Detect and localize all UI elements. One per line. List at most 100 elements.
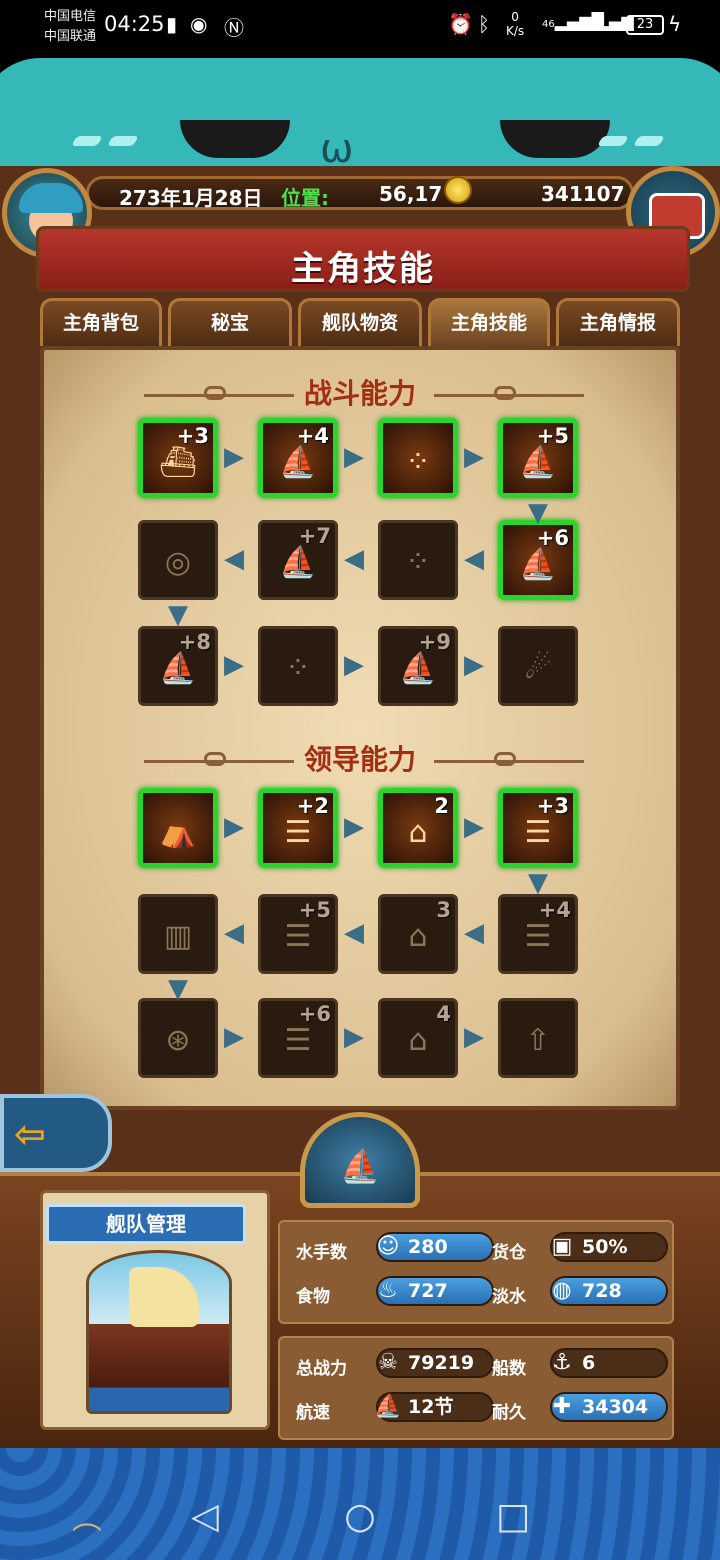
skill-dock-7[interactable]: ☰ +5 bbox=[258, 894, 338, 974]
sailors-label: 水手数 bbox=[296, 1243, 347, 1263]
skill-sails-7[interactable]: ⛵ +7 bbox=[258, 520, 338, 600]
power-value-bar: ☠ 79219 bbox=[376, 1348, 494, 1378]
charging-icon: ϟ bbox=[668, 12, 682, 36]
speed-value-bar: ⛵ 12节 bbox=[374, 1392, 494, 1422]
food-value-bar: ♨ 727 bbox=[376, 1276, 494, 1306]
nav-recents-icon[interactable]: □ bbox=[488, 1492, 538, 1542]
skill-cannons-8[interactable]: ◎ bbox=[138, 520, 218, 600]
skill-formation-dots-10[interactable]: ⁘ bbox=[258, 626, 338, 706]
nav-home-icon[interactable]: ○ bbox=[335, 1492, 385, 1542]
flagship-image[interactable] bbox=[86, 1250, 232, 1414]
market-tent-icon: ⛺ bbox=[159, 815, 197, 850]
skill-wheel-9[interactable]: ⊛ bbox=[138, 998, 218, 1078]
dock-icon: ☰ bbox=[284, 919, 312, 954]
power-label: 总战力 bbox=[296, 1359, 347, 1379]
back-button[interactable]: ⇦ bbox=[0, 1094, 112, 1172]
tab-backpack[interactable]: 主角背包 bbox=[40, 298, 162, 346]
page-title: 主角技能 bbox=[291, 249, 435, 289]
skill-sails-9[interactable]: ⛵ +8 bbox=[138, 626, 218, 706]
cargo-value: 50% bbox=[582, 1236, 628, 1258]
skill-market-tent-1[interactable]: ⛺ bbox=[138, 788, 218, 868]
signal-2-label: 36 bbox=[584, 19, 597, 30]
water-barrel-icon: ◍ bbox=[552, 1278, 572, 1303]
skill-level: +4 bbox=[538, 898, 571, 922]
meat-icon: ♨ bbox=[378, 1278, 398, 1303]
position-label: 位置: bbox=[281, 186, 329, 210]
skill-cannonball-12[interactable]: ☄ bbox=[498, 626, 578, 706]
arrow-right-icon: ▶ bbox=[224, 812, 244, 842]
skill-house-upgrade-6[interactable]: ⌂ 3 bbox=[378, 894, 458, 974]
house-upgrade-icon: ⌂ bbox=[408, 919, 428, 954]
water-label: 淡水 bbox=[492, 1287, 526, 1307]
arrow-left-icon: ◀ bbox=[344, 918, 364, 948]
sails-icon: ⛵ bbox=[159, 651, 197, 686]
battery-level: 23 bbox=[626, 15, 664, 35]
eye-icon: ◉ bbox=[190, 12, 208, 36]
mascot-blush bbox=[633, 136, 665, 146]
leader-section-title: 领导能力 bbox=[303, 743, 416, 776]
cannons-icon: ◎ bbox=[164, 545, 192, 580]
skill-sails-5[interactable]: ⛵ +6 bbox=[498, 520, 578, 600]
skill-dock-4[interactable]: ☰ +3 bbox=[498, 788, 578, 868]
status-time: 04:25 bbox=[104, 12, 165, 36]
skill-house-upgrade-11[interactable]: ⌂ 4 bbox=[378, 998, 458, 1078]
skill-level: +5 bbox=[298, 898, 331, 922]
arrow-down-icon: ▼ bbox=[168, 974, 188, 1004]
food-label: 食物 bbox=[296, 1287, 330, 1307]
mascot-blush bbox=[597, 136, 629, 146]
skill-fence-8[interactable]: ▥ bbox=[138, 894, 218, 974]
mascot-face: ω bbox=[0, 58, 720, 170]
skill-fleet-sail-2[interactable]: ⛵ +4 bbox=[258, 418, 338, 498]
speed-value: 12节 bbox=[408, 1396, 454, 1418]
position-value: 56,17 bbox=[379, 182, 443, 206]
skill-house-upgrade-3[interactable]: ⌂ 2 bbox=[378, 788, 458, 868]
skill-sails-4[interactable]: ⛵ +5 bbox=[498, 418, 578, 498]
skill-coin-upgrade-12[interactable]: ⇧ bbox=[498, 998, 578, 1078]
skill-level: 2 bbox=[434, 794, 449, 818]
skill-dock-10[interactable]: ☰ +6 bbox=[258, 998, 338, 1078]
durability-value-bar: ✚ 34304 bbox=[550, 1392, 668, 1422]
system-navbar: ◁ ○ □ bbox=[0, 1470, 720, 1560]
fleet-management-label[interactable]: 舰队管理 bbox=[46, 1204, 246, 1244]
food-value: 727 bbox=[408, 1280, 448, 1302]
fleet-stats: 水手数 ☺ 280 货仓 ▣ 50% 食物 ♨ 727 淡水 ◍ 728 总战力… bbox=[278, 1220, 674, 1444]
arrow-left-icon: ◀ bbox=[224, 544, 244, 574]
skull-swords-icon: ☠ bbox=[378, 1350, 398, 1375]
skill-level: +4 bbox=[296, 424, 329, 448]
nfc-icon: Ⓝ bbox=[224, 16, 244, 40]
nav-back-icon[interactable]: ◁ bbox=[180, 1492, 230, 1542]
tab-treasure[interactable]: 秘宝 bbox=[168, 298, 292, 346]
arrow-right-icon: ▶ bbox=[224, 650, 244, 680]
skill-level: 4 bbox=[436, 1002, 451, 1026]
sails-icon: ⛵ bbox=[279, 545, 317, 580]
arrow-right-icon: ▶ bbox=[464, 1022, 484, 1052]
mascot-left-eye bbox=[180, 120, 290, 158]
skill-formation-dots-3[interactable]: ⁘ bbox=[378, 418, 458, 498]
speed-label: 航速 bbox=[296, 1403, 330, 1423]
game-date: 273年1月28日 bbox=[119, 186, 263, 210]
skill-formation-dots-6[interactable]: ⁘ bbox=[378, 520, 458, 600]
skill-dock-5[interactable]: ☰ +4 bbox=[498, 894, 578, 974]
mascot-blush bbox=[71, 136, 103, 146]
tab-info[interactable]: 主角情报 bbox=[556, 298, 680, 346]
durability-label: 耐久 bbox=[492, 1403, 526, 1423]
skill-level: +6 bbox=[298, 1002, 331, 1026]
tab-fleet-supplies[interactable]: 舰队物资 bbox=[298, 298, 422, 346]
mascot-header-art: ω bbox=[0, 52, 720, 170]
skill-ships-cannon-1[interactable]: ⛴ +3 bbox=[138, 418, 218, 498]
fence-icon: ▥ bbox=[163, 919, 193, 954]
alarm-icon: ⏰ bbox=[448, 12, 473, 36]
signal-1-label: 46 bbox=[542, 19, 555, 30]
title-banner: 主角技能 bbox=[36, 226, 690, 292]
skill-level: +3 bbox=[176, 424, 209, 448]
dock-icon: ☰ bbox=[284, 815, 312, 850]
cargo-label: 货仓 bbox=[492, 1243, 526, 1263]
fleet-sail-icon: ⛵ bbox=[279, 445, 317, 480]
skill-sails-11[interactable]: ⛵ +9 bbox=[378, 626, 458, 706]
boat-speed-icon: ⛵ bbox=[374, 1394, 402, 1419]
wheel-icon: ⊛ bbox=[165, 1023, 191, 1058]
arrow-right-icon: ▶ bbox=[464, 812, 484, 842]
skill-dock-2[interactable]: ☰ +2 bbox=[258, 788, 338, 868]
tab-skills[interactable]: 主角技能 bbox=[428, 298, 550, 346]
carrier-2: 中国联通 bbox=[44, 29, 97, 44]
